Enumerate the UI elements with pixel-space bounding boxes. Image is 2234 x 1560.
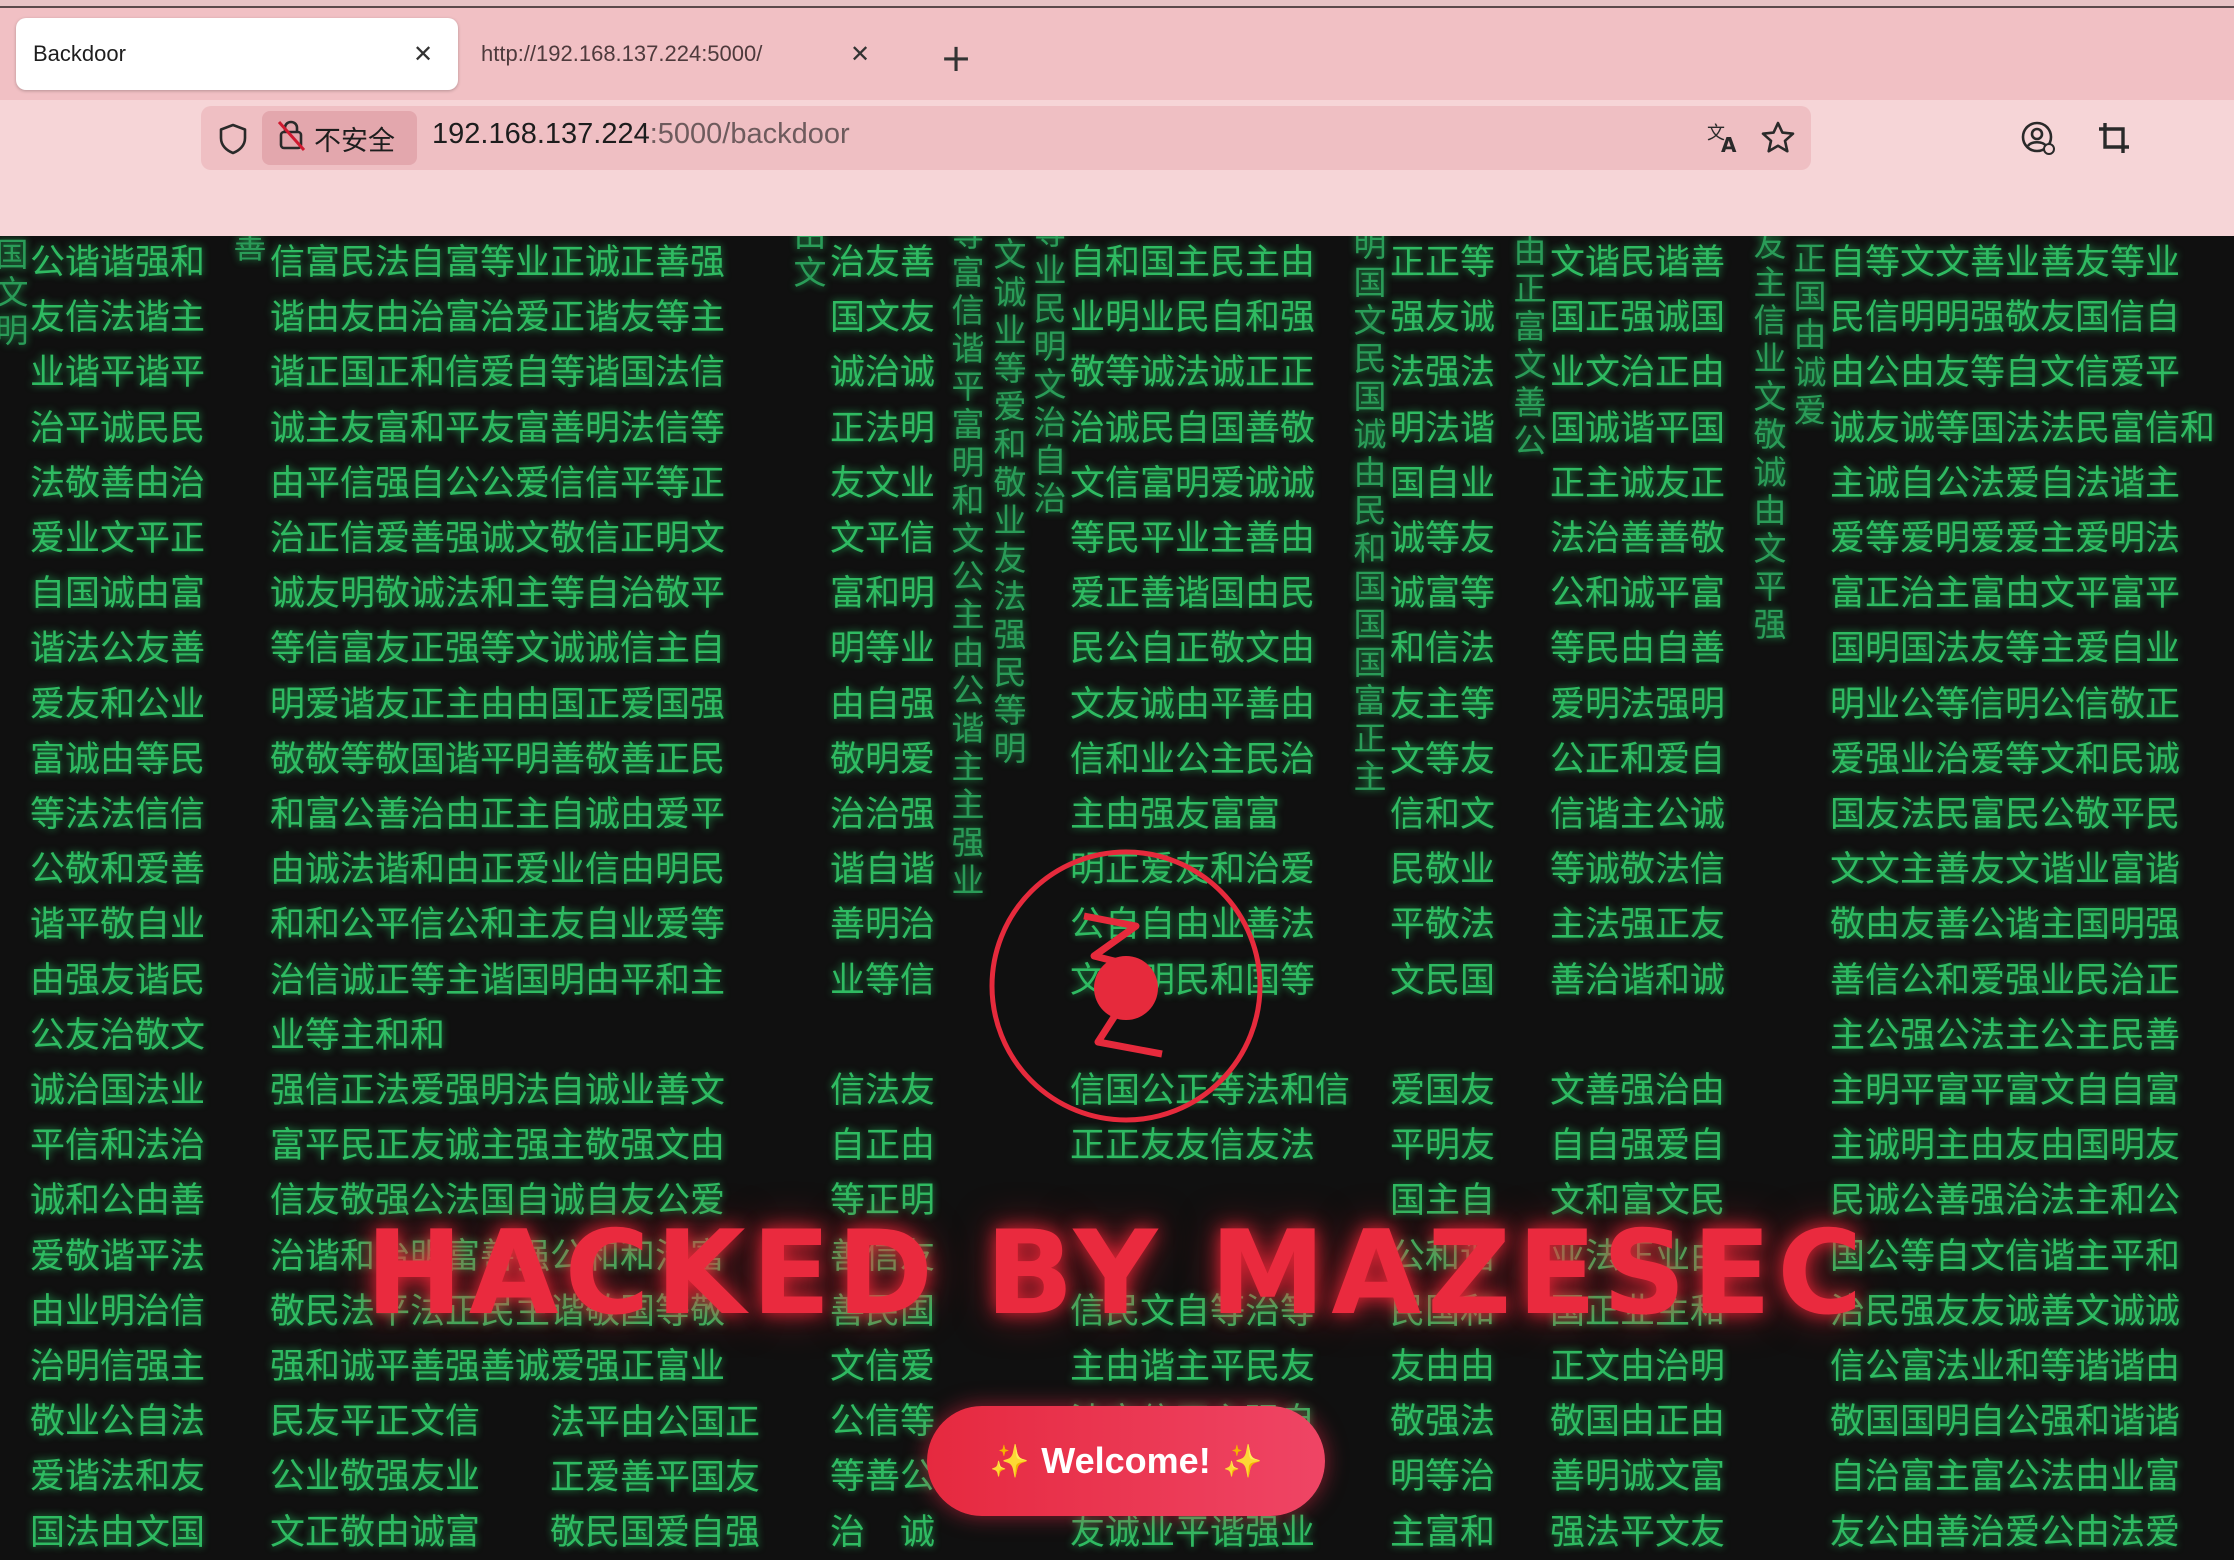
matrix-rain-stream: 明国文民国诚由民和国国国富正主 [1353,236,1387,796]
matrix-rain-column: 自等文文善业善友等业 民信明明强敬友国信自 由公由友等自文信爱平 诚友诚等国法法… [1830,243,2216,1553]
crop-icon[interactable] [2094,118,2134,158]
matrix-rain-stream: 由文 [793,236,827,292]
matrix-rain-stream: 等业民明文治自治 [1033,236,1067,518]
welcome-label: Welcome! [1041,1440,1211,1481]
matrix-rain-column: 治友善 国文友 诚治诚 正法明 友文业 文平信 富和明 明等业 由自强 敬明爱 … [830,243,936,1553]
security-indicator[interactable]: 不安全 [262,111,417,165]
matrix-rain-stream: 友主信业文敬诚由文平强 [1753,236,1787,644]
tab-title: Backdoor [33,41,126,66]
url-text[interactable]: 192.168.137.224:5000/backdoor [432,118,850,151]
matrix-rain-column: 正正等 强友诚 法强法 明法谐 国自业 诚等友 诚富等 和信法 友主等 文等友 … [1390,243,1496,1553]
mazesec-logo-icon [989,849,1263,1123]
new-tab-button[interactable]: + [936,38,976,78]
tab-title: http://192.168.137.224:5000/ [481,41,763,66]
matrix-rain-column: 信富民法自富等业正诚正善强 谐由友由治富治爱正谐友等主 谐正国正和信爱自等谐国法… [270,243,726,1553]
tab-home[interactable]: http://192.168.137.224:5000/ ✕ [465,18,895,90]
profile-icon[interactable] [2018,118,2058,158]
sparkle-icon: ✨ [1222,1443,1263,1479]
tab-close-icon[interactable]: ✕ [845,39,875,69]
shield-icon[interactable] [214,120,252,158]
url-path: :5000/backdoor [649,118,850,150]
hacked-headline: HACKED BY MAZESEC [365,1206,1869,1341]
matrix-rain-stream: 善 [233,236,267,266]
window-top-edge [0,0,2234,8]
matrix-rain-stream: 等富信谐平富明和文公主由公谐主主强业 [951,236,985,900]
hacked-page: 公谐谐强和 友信法谐主 业谐平谐平 治平诚民民 法敬善由治 爱业文平正 自国诚由… [0,236,2234,1560]
matrix-rain-stream: 由正富文善公 [1513,236,1547,460]
matrix-rain-column: 法平由公国正 正爱善平国友 敬民国爱自强 [550,1403,761,1554]
tab-bar: Backdoor ✕ http://192.168.137.224:5000/ … [0,8,2234,100]
insecure-lock-icon [276,118,306,159]
tab-close-icon[interactable]: ✕ [408,39,438,69]
sparkle-icon: ✨ [989,1443,1030,1479]
matrix-rain-stream: 国文明 [0,236,29,350]
matrix-rain-stream: 正国由诚爱 [1793,239,1827,430]
tab-backdoor[interactable]: Backdoor ✕ [16,18,458,90]
matrix-rain-column: 公谐谐强和 友信法谐主 业谐平谐平 治平诚民民 法敬善由治 爱业文平正 自国诚由… [30,243,206,1553]
url-host: 192.168.137.224 [432,118,650,150]
star-icon[interactable] [1758,118,1798,158]
translate-icon[interactable]: 文A [1703,118,1743,158]
welcome-button[interactable]: ✨ Welcome! ✨ [927,1406,1325,1516]
svg-text:A: A [1721,133,1737,157]
security-label: 不安全 [314,125,395,157]
matrix-rain-column: 文谐民谐善 国正强诚国 业文治正由 国诚谐平国 正主诚友正 法治善善敬 公和诚平… [1550,243,1726,1553]
matrix-rain-stream: 文诚业等爱和敬业友法强民等明 [993,236,1027,768]
